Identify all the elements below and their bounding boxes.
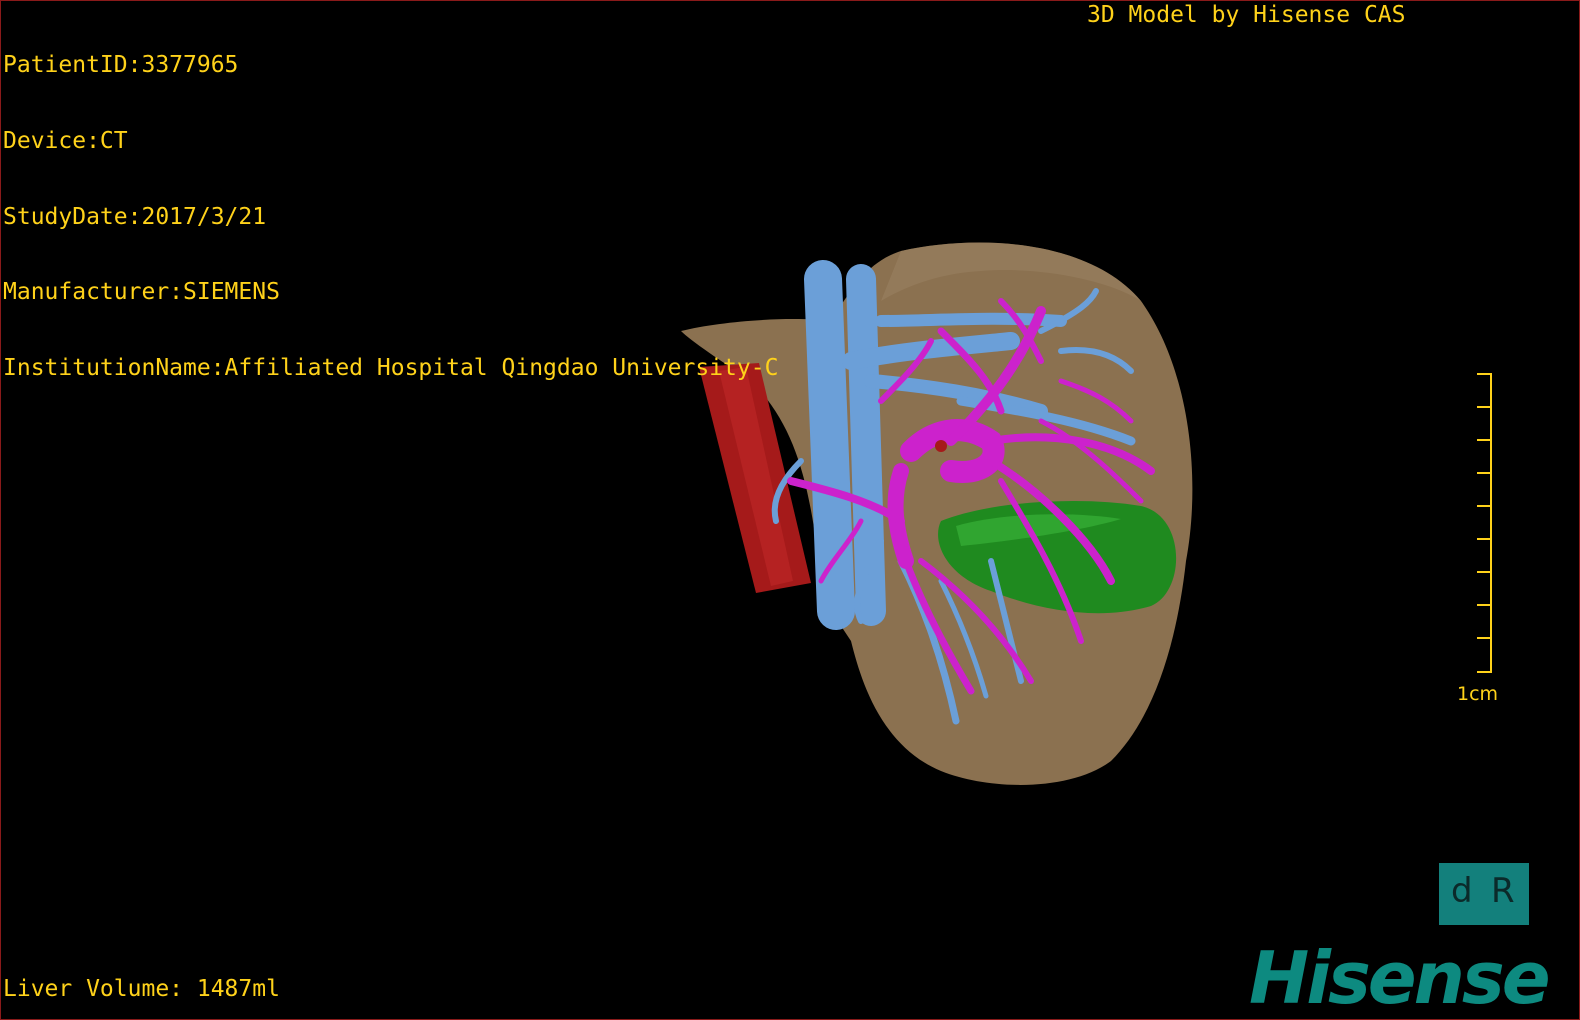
hisense-logo: Hisense (1249, 936, 1551, 1020)
orientation-right-face: R (1491, 871, 1515, 911)
scale-bar (1477, 373, 1492, 673)
institution-label: InstitutionName:Affiliated Hospital Qing… (3, 354, 779, 381)
3d-viewport[interactable]: PatientID:3377965 Device:CT StudyDate:20… (0, 0, 1580, 1020)
liver-volume-label: Liver Volume: 1487ml (3, 976, 280, 1002)
manufacturer-label: Manufacturer:SIEMENS (3, 279, 280, 306)
study-date-label: StudyDate:2017/3/21 (3, 203, 267, 230)
model-credit-label: 3D Model by Hisense CAS (1087, 2, 1406, 28)
device-label: Device:CT (3, 128, 128, 154)
orientation-cube[interactable]: d R (1439, 863, 1529, 925)
dicom-info-overlay: PatientID:3377965 Device:CT StudyDate:20… (3, 3, 778, 431)
scale-bar-label: 1cm (1457, 683, 1499, 705)
patient-id-label: PatientID:3377965 (3, 52, 239, 79)
orientation-left-face: d (1451, 871, 1473, 911)
